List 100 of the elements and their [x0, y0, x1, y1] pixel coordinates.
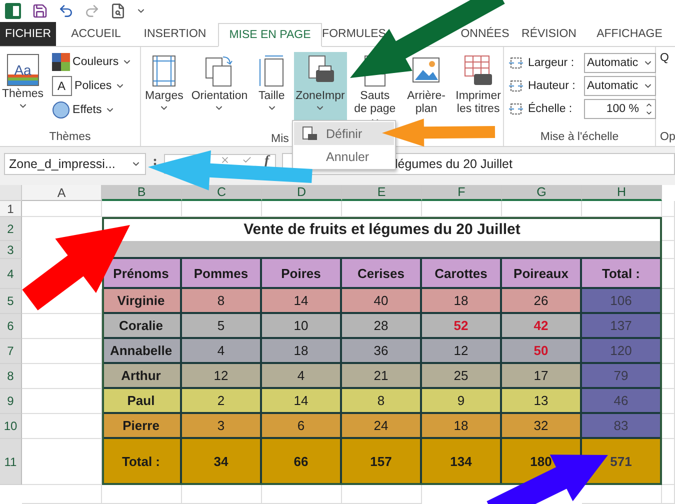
page-setup-button[interactable]: Arrière-plan — [402, 52, 450, 128]
field-label: Échelle : — [528, 103, 574, 115]
row-header[interactable]: 5 — [0, 289, 22, 314]
redo-icon[interactable] — [84, 3, 100, 19]
option-heading: Q — [660, 52, 669, 64]
empty-cell[interactable] — [502, 201, 582, 217]
row-header[interactable]: 10 — [0, 414, 22, 439]
menu-item[interactable]: Définir — [294, 122, 394, 145]
spin-field[interactable]: 100 % — [584, 99, 656, 119]
column-header[interactable]: G — [502, 185, 582, 201]
column-header[interactable]: H — [582, 185, 662, 201]
row-header[interactable]: 9 — [0, 389, 22, 414]
row-header[interactable]: 11 — [0, 439, 22, 485]
row-header[interactable]: 1 — [0, 201, 22, 217]
table-cell: 50 — [502, 339, 582, 364]
empty-cell[interactable] — [262, 485, 342, 504]
ribbon-tab[interactable]: MISE EN PAGE — [218, 23, 322, 47]
empty-cell[interactable] — [662, 201, 675, 217]
header-cell: Prénoms — [102, 259, 182, 289]
column-header[interactable]: C — [182, 185, 262, 201]
ribbon-tab[interactable]: INSERTION — [132, 25, 218, 43]
effects-icon — [52, 101, 70, 119]
theme-option-button[interactable]: Couleurs — [52, 52, 132, 72]
row-header[interactable]: 4 — [0, 259, 22, 289]
row-header[interactable]: 6 — [0, 314, 22, 339]
total-cell: 134 — [422, 439, 502, 485]
name-box[interactable]: Zone_d_impressi... — [4, 153, 146, 175]
row-header[interactable]: 8 — [0, 364, 22, 389]
empty-cell[interactable] — [342, 485, 422, 504]
table-cell: 14 — [262, 289, 342, 314]
print-preview-icon[interactable] — [110, 3, 126, 19]
empty-cell[interactable] — [182, 485, 262, 504]
file-tab[interactable]: FICHIER — [0, 22, 56, 46]
table-cell: 6 — [262, 414, 342, 439]
colors-icon — [52, 53, 70, 71]
empty-cell[interactable] — [662, 314, 675, 339]
table-cell: 2 — [182, 389, 262, 414]
table-cell: 12 — [422, 339, 502, 364]
scale-icon — [508, 55, 524, 71]
header-cell: Cerises — [342, 259, 422, 289]
empty-cell[interactable] — [662, 217, 675, 241]
name-cell: Pierre — [102, 414, 182, 439]
empty-cell[interactable] — [662, 414, 675, 439]
name-cell: Paul — [102, 389, 182, 414]
empty-cell[interactable] — [102, 201, 182, 217]
scale-icon — [508, 101, 524, 117]
select-all-corner[interactable] — [0, 185, 22, 201]
page-setup-button[interactable]: Marges — [143, 52, 186, 128]
column-header[interactable]: F — [422, 185, 502, 201]
ribbon-tab[interactable]: AFFICHAGE — [586, 25, 673, 43]
enter-icon[interactable] — [242, 155, 252, 165]
empty-cell[interactable] — [262, 201, 342, 217]
empty-cell[interactable] — [22, 485, 102, 504]
row-header[interactable]: 2 — [0, 217, 22, 241]
theme-option-button[interactable]: A Polices — [52, 76, 132, 96]
table-cell: 32 — [502, 414, 582, 439]
empty-cell[interactable] — [662, 289, 675, 314]
empty-cell[interactable] — [662, 339, 675, 364]
field-label: Hauteur : — [528, 80, 576, 92]
select-field[interactable]: Automatic — [584, 76, 656, 96]
empty-cell[interactable] — [182, 201, 262, 217]
column-header[interactable]: E — [342, 185, 422, 201]
cancel-icon[interactable] — [220, 155, 230, 165]
table-cell: 13 — [502, 389, 582, 414]
table-cell: 36 — [342, 339, 422, 364]
empty-cell[interactable] — [662, 364, 675, 389]
empty-cell[interactable] — [662, 439, 675, 485]
page-setup-button[interactable]: Orientation — [189, 52, 250, 128]
total-cell: 137 — [582, 314, 662, 339]
empty-cell[interactable] — [662, 485, 675, 504]
theme-option-button[interactable]: Effets — [52, 100, 132, 120]
print-titles-icon — [462, 54, 494, 88]
table-cell: 52 — [422, 314, 502, 339]
empty-cell[interactable] — [102, 485, 182, 504]
undo-icon[interactable] — [58, 3, 74, 19]
page-setup-button[interactable]: Imprimer les titres — [454, 52, 503, 128]
total-cell: 79 — [582, 364, 662, 389]
column-header[interactable]: B — [102, 185, 182, 201]
row-header[interactable]: 7 — [0, 339, 22, 364]
ribbon-tab[interactable]: RÉVISION — [512, 25, 586, 43]
table-cell: 9 — [422, 389, 502, 414]
ribbon-tab[interactable]: FORMULES — [322, 25, 386, 43]
select-field[interactable]: Automatic — [584, 53, 656, 73]
column-header[interactable]: A — [22, 185, 102, 201]
spin-down-icon[interactable] — [645, 109, 653, 117]
ribbon-tab[interactable]: ACCUEIL — [60, 25, 132, 43]
table-cell: 26 — [502, 289, 582, 314]
spin-up-icon[interactable] — [645, 101, 653, 109]
empty-cell[interactable] — [342, 201, 422, 217]
empty-cell[interactable] — [662, 241, 675, 259]
save-icon[interactable] — [32, 3, 48, 19]
empty-cell[interactable] — [662, 259, 675, 289]
row-header[interactable]: 3 — [0, 241, 22, 259]
ribbon-tab[interactable]: ONNÉES — [458, 25, 512, 43]
themes-button[interactable]: Aa Thèmes — [0, 52, 46, 128]
column-header[interactable]: D — [262, 185, 342, 201]
empty-cell[interactable] — [662, 389, 675, 414]
empty-cell[interactable] — [422, 201, 502, 217]
page-setup-button[interactable]: Taille — [254, 52, 290, 128]
empty-cell[interactable] — [582, 201, 662, 217]
